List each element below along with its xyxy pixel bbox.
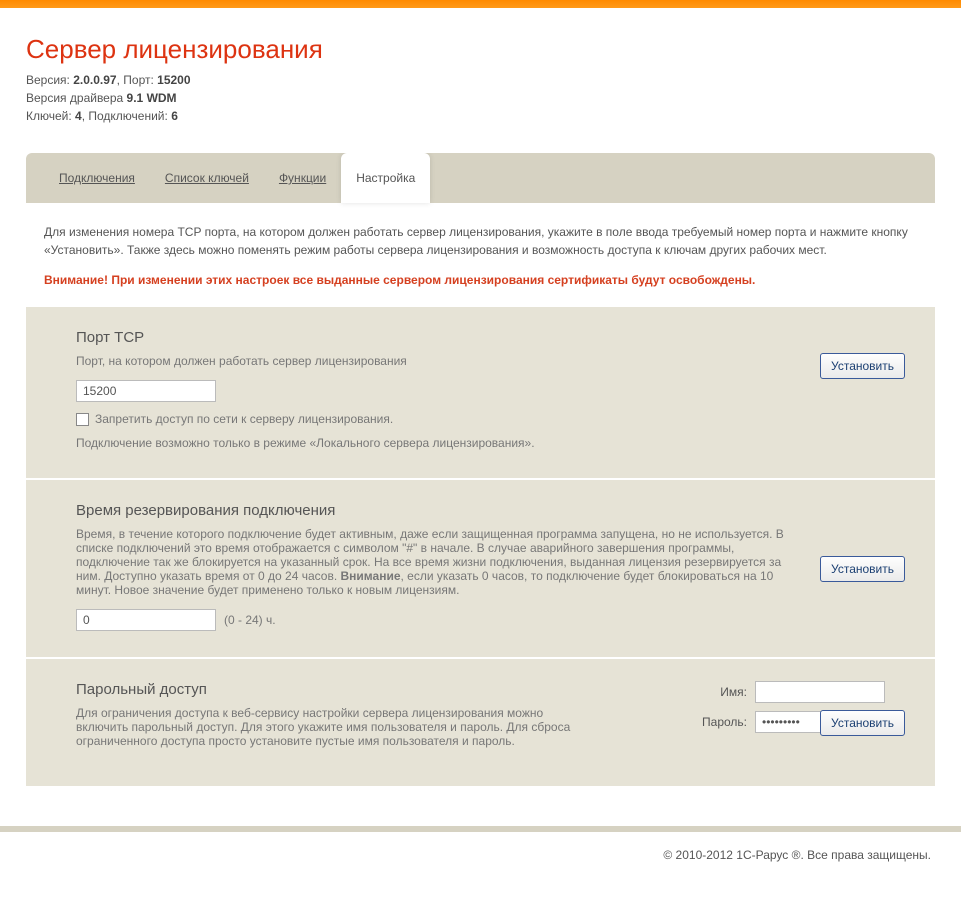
driver-value: 9.1 WDM: [127, 91, 177, 105]
auth-name-input[interactable]: [755, 681, 885, 703]
tab-settings[interactable]: Настройка: [341, 153, 430, 203]
deny-network-label: Запретить доступ по сети к серверу лицен…: [95, 412, 393, 426]
reserve-hours-hint: (0 - 24) ч.: [224, 613, 276, 627]
deny-network-checkbox[interactable]: [76, 413, 89, 426]
deny-network-note: Подключение возможно только в режиме «Ло…: [76, 434, 905, 452]
section-auth: Парольный доступ Для ограничения доступа…: [26, 657, 935, 786]
server-meta: Версия: 2.0.0.97, Порт: 15200 Версия дра…: [26, 71, 935, 125]
driver-label: Версия драйвера: [26, 91, 127, 105]
intro-block: Для изменения номера TCP порта, на котор…: [26, 203, 935, 307]
reserve-apply-button[interactable]: Установить: [820, 556, 905, 582]
reserve-hours-input[interactable]: [76, 609, 216, 631]
tab-functions[interactable]: Функции: [264, 153, 341, 203]
auth-title: Парольный доступ: [76, 681, 596, 698]
port-value: 15200: [157, 73, 190, 87]
auth-pass-label: Пароль:: [697, 715, 747, 729]
footer-copyright: © 2010-2012 1С-Рарус ®. Все права защище…: [0, 832, 961, 892]
intro-text: Для изменения номера TCP порта, на котор…: [44, 223, 917, 259]
conns-label: , Подключений:: [82, 109, 171, 123]
port-input[interactable]: [76, 380, 216, 402]
auth-desc: Для ограничения доступа к веб-сервису на…: [76, 706, 596, 748]
section-reserve: Время резервирования подключения Время, …: [26, 478, 935, 657]
reserve-desc-bold: Внимание: [341, 569, 401, 583]
version-label: Версия:: [26, 73, 73, 87]
tab-row: Подключения Список ключей Функции Настро…: [26, 153, 935, 203]
keys-label: Ключей:: [26, 109, 75, 123]
port-title: Порт TCP: [76, 329, 905, 346]
tab-connections[interactable]: Подключения: [44, 153, 150, 203]
port-desc: Порт, на котором должен работать сервер …: [76, 354, 905, 368]
port-label: , Порт:: [117, 73, 158, 87]
auth-apply-button[interactable]: Установить: [820, 710, 905, 736]
auth-name-label: Имя:: [697, 685, 747, 699]
tab-keys[interactable]: Список ключей: [150, 153, 264, 203]
top-accent-bar: [0, 0, 961, 8]
conns-value: 6: [171, 109, 178, 123]
main-panel: Подключения Список ключей Функции Настро…: [26, 153, 935, 786]
port-apply-button[interactable]: Установить: [820, 353, 905, 379]
reserve-title: Время резервирования подключения: [76, 502, 905, 519]
version-value: 2.0.0.97: [73, 73, 116, 87]
intro-warning: Внимание! При изменении этих настроек вс…: [44, 271, 917, 289]
page-title: Сервер лицензирования: [26, 34, 935, 65]
section-port: Порт TCP Порт, на котором должен работат…: [26, 307, 935, 478]
keys-value: 4: [75, 109, 82, 123]
